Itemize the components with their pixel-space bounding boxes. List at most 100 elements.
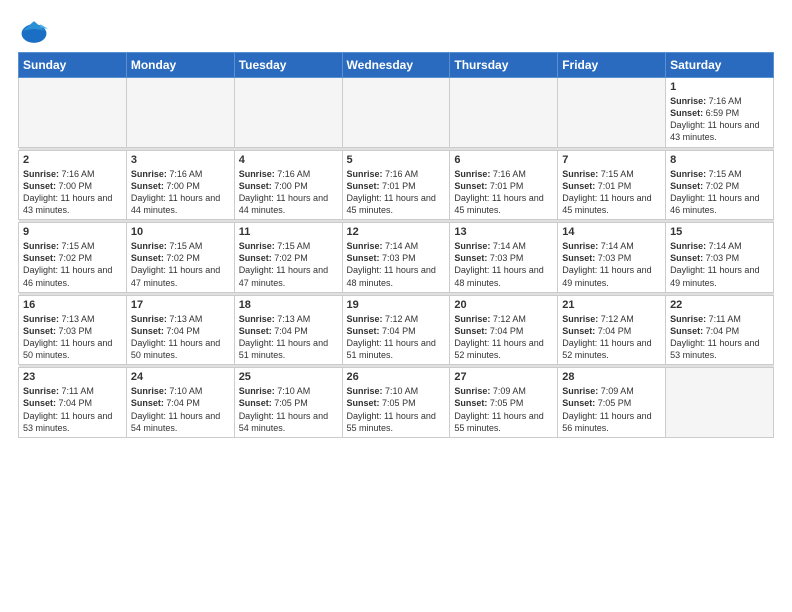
calendar-week-row: 1Sunrise: 7:16 AMSunset: 6:59 PMDaylight… [19, 78, 774, 148]
sunrise-label: Sunrise: [347, 314, 383, 324]
daylight-label: Daylight: 11 hours and 47 minutes. [131, 265, 220, 287]
day-number: 18 [239, 299, 338, 311]
day-info: Sunrise: 7:15 AMSunset: 7:02 PMDaylight:… [131, 240, 230, 289]
daylight-label: Daylight: 11 hours and 54 minutes. [131, 411, 220, 433]
day-info: Sunrise: 7:13 AMSunset: 7:04 PMDaylight:… [239, 313, 338, 362]
sunrise-label: Sunrise: [239, 169, 275, 179]
day-info: Sunrise: 7:12 AMSunset: 7:04 PMDaylight:… [347, 313, 446, 362]
day-info: Sunrise: 7:14 AMSunset: 7:03 PMDaylight:… [347, 240, 446, 289]
day-info: Sunrise: 7:16 AMSunset: 7:00 PMDaylight:… [23, 168, 122, 217]
sunrise-label: Sunrise: [23, 241, 59, 251]
calendar-cell [450, 78, 558, 148]
weekday-header: Sunday [19, 53, 127, 78]
calendar-cell: 7Sunrise: 7:15 AMSunset: 7:01 PMDaylight… [558, 150, 666, 220]
sunset-label: Sunset: [454, 253, 487, 263]
sunrise-label: Sunrise: [23, 314, 59, 324]
calendar-cell: 10Sunrise: 7:15 AMSunset: 7:02 PMDayligh… [126, 223, 234, 293]
sunset-label: Sunset: [239, 181, 272, 191]
weekday-header: Thursday [450, 53, 558, 78]
weekday-header-row: SundayMondayTuesdayWednesdayThursdayFrid… [19, 53, 774, 78]
day-number: 25 [239, 371, 338, 383]
sunset-label: Sunset: [131, 253, 164, 263]
sunrise-label: Sunrise: [454, 386, 490, 396]
sunset-label: Sunset: [239, 253, 272, 263]
calendar-cell: 21Sunrise: 7:12 AMSunset: 7:04 PMDayligh… [558, 295, 666, 365]
daylight-label: Daylight: 11 hours and 55 minutes. [347, 411, 436, 433]
sunrise-label: Sunrise: [562, 241, 598, 251]
weekday-header: Monday [126, 53, 234, 78]
sunrise-label: Sunrise: [670, 314, 706, 324]
day-info: Sunrise: 7:16 AMSunset: 7:01 PMDaylight:… [347, 168, 446, 217]
calendar-cell: 5 Sunrise: 7:16 AMSunset: 7:01 PMDaylight… [342, 150, 450, 220]
daylight-label: Daylight: 11 hours and 47 minutes. [239, 265, 328, 287]
calendar-cell: 28Sunrise: 7:09 AMSunset: 7:05 PMDayligh… [558, 368, 666, 438]
calendar-cell: 6Sunrise: 7:16 AMSunset: 7:01 PMDaylight… [450, 150, 558, 220]
header [18, 18, 774, 46]
day-number: 19 [347, 299, 446, 311]
day-number: 7 [562, 154, 661, 166]
sunset-label: Sunset: [670, 253, 703, 263]
sunset-label: Sunset: [131, 326, 164, 336]
sunset-label: Sunset: [347, 253, 380, 263]
daylight-label: Daylight: 11 hours and 43 minutes. [670, 120, 759, 142]
sunset-label: Sunset: [239, 326, 272, 336]
day-number: 17 [131, 299, 230, 311]
sunset-label: Sunset: [23, 253, 56, 263]
calendar-cell [342, 78, 450, 148]
calendar-cell [666, 368, 774, 438]
day-number: 11 [239, 226, 338, 238]
weekday-header: Tuesday [234, 53, 342, 78]
day-number: 5 [347, 154, 446, 166]
calendar-cell [126, 78, 234, 148]
daylight-label: Daylight: 11 hours and 55 minutes. [454, 411, 543, 433]
calendar-cell: 15Sunrise: 7:14 AMSunset: 7:03 PMDayligh… [666, 223, 774, 293]
sunset-label: Sunset: [347, 181, 380, 191]
sunset-label: Sunset: [562, 326, 595, 336]
day-number: 4 [239, 154, 338, 166]
daylight-label: Daylight: 11 hours and 46 minutes. [670, 193, 759, 215]
daylight-label: Daylight: 11 hours and 50 minutes. [23, 338, 112, 360]
day-info: Sunrise: 7:16 AMSunset: 7:01 PMDaylight:… [454, 168, 553, 217]
day-info: Sunrise: 7:09 AMSunset: 7:05 PMDaylight:… [562, 385, 661, 434]
sunset-label: Sunset: [670, 181, 703, 191]
sunrise-label: Sunrise: [239, 241, 275, 251]
day-number: 12 [347, 226, 446, 238]
sunrise-label: Sunrise: [562, 169, 598, 179]
calendar-cell: 9Sunrise: 7:15 AMSunset: 7:02 PMDaylight… [19, 223, 127, 293]
sunset-label: Sunset: [454, 398, 487, 408]
day-number: 8 [670, 154, 769, 166]
daylight-label: Daylight: 11 hours and 51 minutes. [347, 338, 436, 360]
calendar-week-row: 9Sunrise: 7:15 AMSunset: 7:02 PMDaylight… [19, 223, 774, 293]
calendar-cell: 27Sunrise: 7:09 AMSunset: 7:05 PMDayligh… [450, 368, 558, 438]
daylight-label: Daylight: 11 hours and 48 minutes. [454, 265, 543, 287]
sunrise-label: Sunrise: [23, 169, 59, 179]
sunrise-label: Sunrise: [347, 169, 383, 179]
calendar-cell: 14Sunrise: 7:14 AMSunset: 7:03 PMDayligh… [558, 223, 666, 293]
daylight-label: Daylight: 11 hours and 45 minutes. [454, 193, 543, 215]
day-number: 1 [670, 81, 769, 93]
day-info: Sunrise: 7:10 AMSunset: 7:05 PMDaylight:… [239, 385, 338, 434]
calendar-cell: 1Sunrise: 7:16 AMSunset: 6:59 PMDaylight… [666, 78, 774, 148]
daylight-label: Daylight: 11 hours and 54 minutes. [239, 411, 328, 433]
day-number: 23 [23, 371, 122, 383]
calendar-week-row: 23 Sunrise: 7:11 AMSunset: 7:04 PMDayligh… [19, 368, 774, 438]
day-info: Sunrise: 7:11 AMSunset: 7:04 PMDaylight:… [23, 385, 122, 434]
calendar-cell: 20Sunrise: 7:12 AMSunset: 7:04 PMDayligh… [450, 295, 558, 365]
day-info: Sunrise: 7:16 AMSunset: 7:00 PMDaylight:… [131, 168, 230, 217]
weekday-header: Saturday [666, 53, 774, 78]
sunset-label: Sunset: [670, 108, 703, 118]
day-info: Sunrise: 7:16 AMSunset: 7:00 PMDaylight:… [239, 168, 338, 217]
calendar-cell: 13Sunrise: 7:14 AMSunset: 7:03 PMDayligh… [450, 223, 558, 293]
sunrise-label: Sunrise: [131, 169, 167, 179]
calendar-week-row: 2Sunrise: 7:16 AMSunset: 7:00 PMDaylight… [19, 150, 774, 220]
sunset-label: Sunset: [131, 398, 164, 408]
calendar-cell: 16Sunrise: 7:13 AMSunset: 7:03 PMDayligh… [19, 295, 127, 365]
day-info: Sunrise: 7:09 AMSunset: 7:05 PMDaylight:… [454, 385, 553, 434]
calendar-cell: 12 Sunrise: 7:14 AMSunset: 7:03 PMDayligh… [342, 223, 450, 293]
sunrise-label: Sunrise: [670, 169, 706, 179]
day-number: 3 [131, 154, 230, 166]
calendar-cell: 19 Sunrise: 7:12 AMSunset: 7:04 PMDayligh… [342, 295, 450, 365]
day-info: Sunrise: 7:14 AMSunset: 7:03 PMDaylight:… [454, 240, 553, 289]
calendar-cell: 4 Sunrise: 7:16 AMSunset: 7:00 PMDaylight… [234, 150, 342, 220]
sunset-label: Sunset: [562, 253, 595, 263]
